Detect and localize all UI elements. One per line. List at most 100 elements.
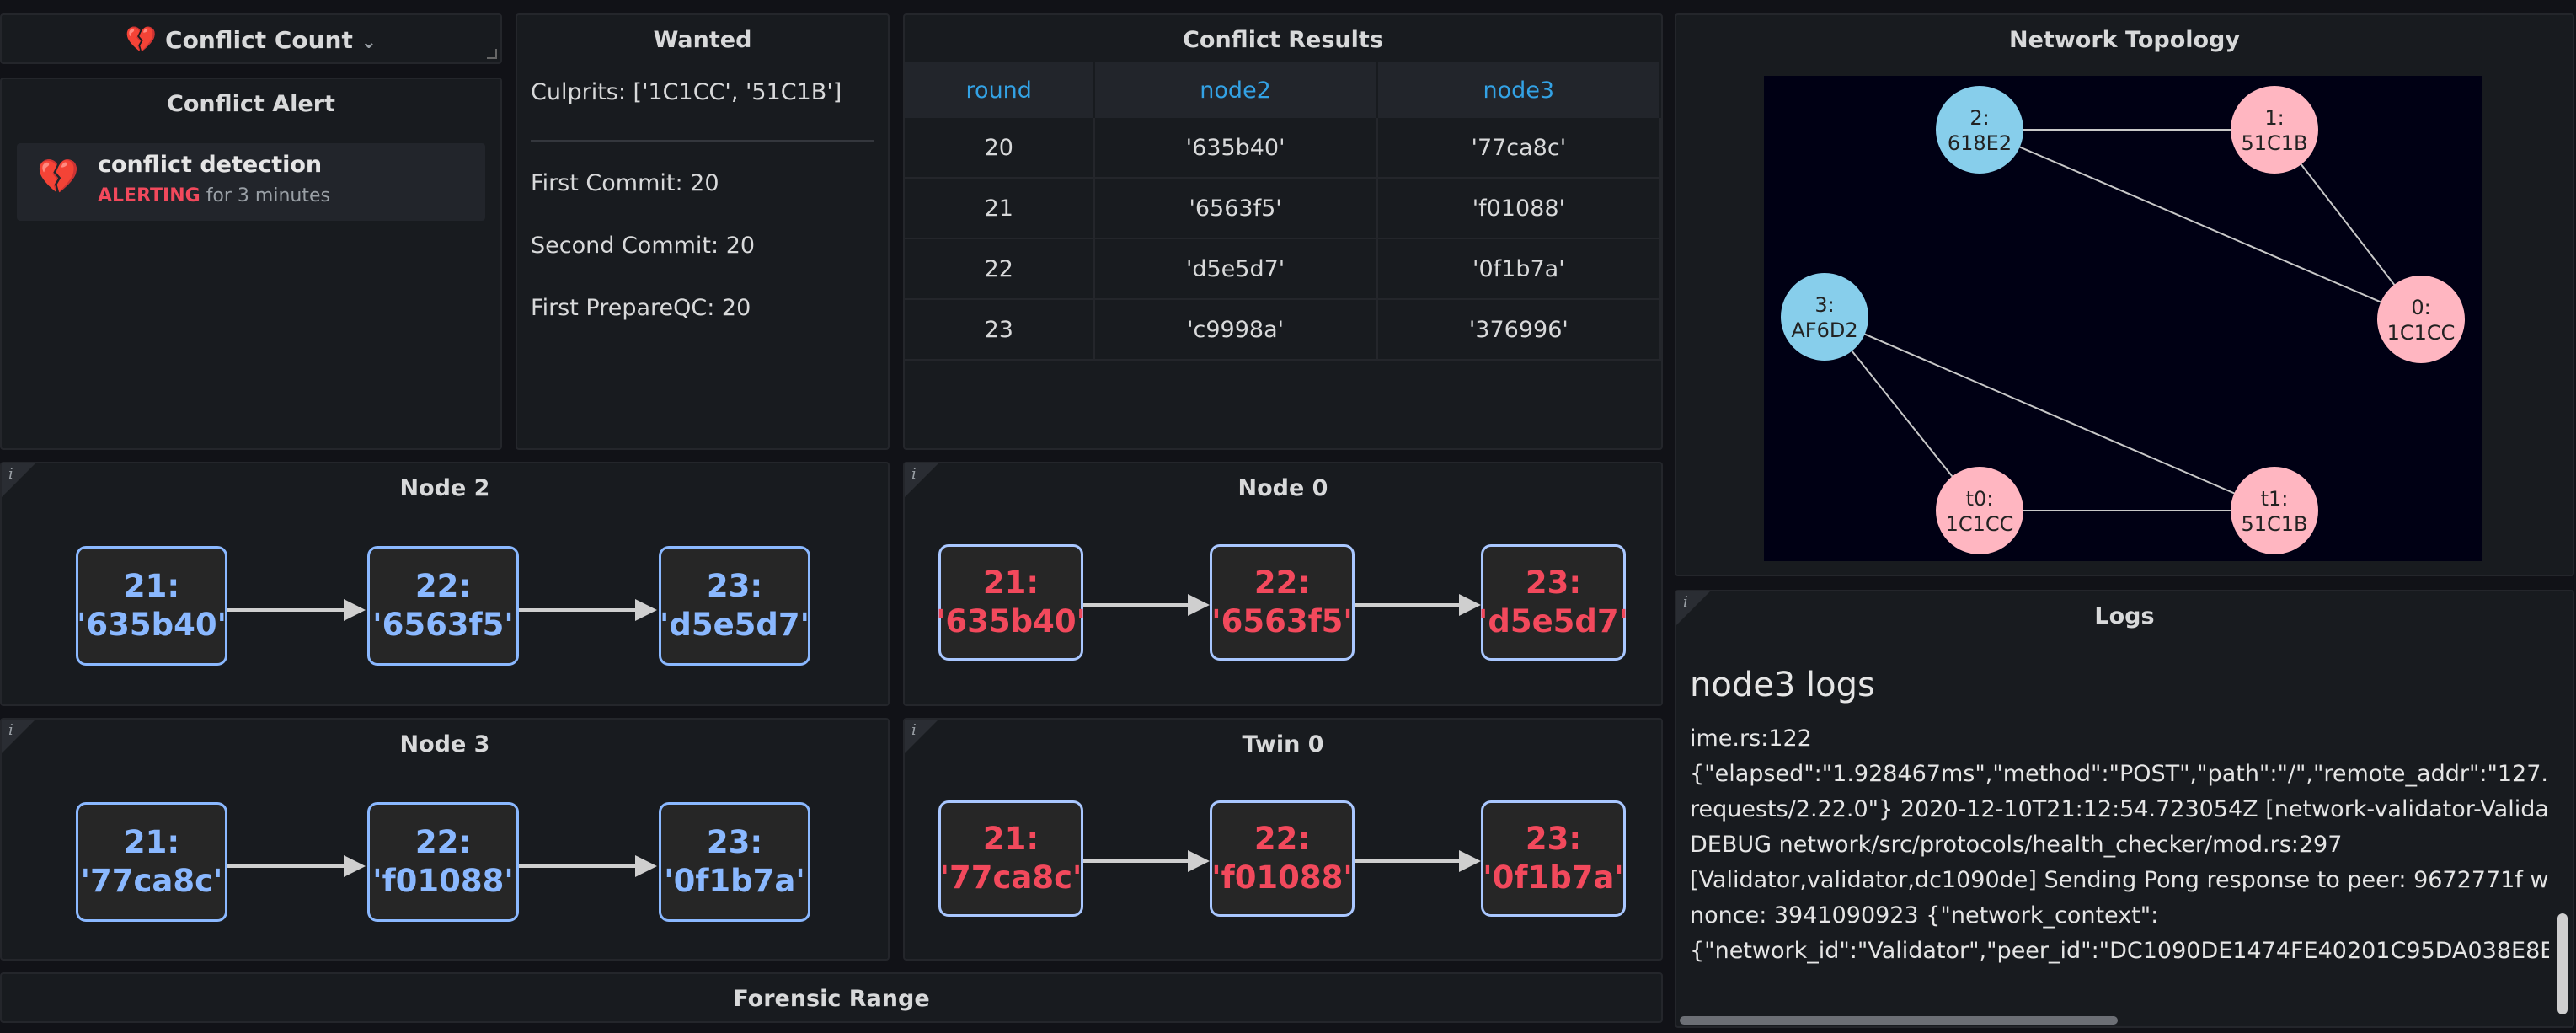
forensic-range-row[interactable]: Forensic Range (0, 972, 1663, 1023)
node-id: 1C1CC (2387, 321, 2456, 345)
arrow-link (519, 599, 657, 621)
panel-title: Twin 0 (1242, 731, 1324, 757)
arrow-link (1083, 850, 1210, 872)
row-title: Forensic Range (733, 986, 930, 1012)
table-cell: 'd5e5d7' (1093, 238, 1378, 300)
node-id: AF6D2 (1791, 318, 1857, 342)
dashboard-row-header[interactable]: 💔 Conflict Count ⌄ (0, 13, 502, 64)
logs-heading: node3 logs (1690, 666, 1875, 704)
table-cell: 20 (905, 118, 1095, 179)
node-label: 3: (1814, 293, 1834, 317)
log-line: {"elapsed":"1.928467ms","method":"POST",… (1690, 761, 2549, 787)
panel-title: Node 3 (399, 731, 490, 757)
first-commit-text: First Commit: 20 (531, 170, 719, 196)
graph-node-0[interactable]: 0: 1C1CC (2377, 276, 2465, 363)
conflict-results-panel: Conflict Results round node2 node3 20'63… (903, 13, 1663, 450)
row-title: Conflict Count (165, 26, 353, 54)
block-node[interactable]: 22:'f01088' (367, 802, 519, 922)
node-id: 618E2 (1948, 131, 2012, 155)
table-row: 20'635b40' '77ca8c' (905, 118, 1662, 179)
alert-rule-name[interactable]: conflict detection (98, 152, 322, 178)
graph-node-2[interactable]: 2: 618E2 (1936, 86, 2023, 174)
node-id: 1C1CC (1946, 512, 2014, 536)
arrow-link (227, 599, 366, 621)
node-label: t1: (2261, 487, 2289, 511)
node-2-chain-panel: i Node 2 21: '635b40' 22: '6563f5' 23:'d5e… (0, 462, 890, 706)
alert-state: ALERTING (98, 185, 200, 206)
chevron-down-icon[interactable]: ⌄ (361, 32, 377, 53)
table-cell: '77ca8c' (1376, 118, 1662, 179)
alert-duration: for 3 minutes (206, 185, 330, 206)
node-id: 51C1B (2241, 512, 2307, 536)
first-prepareqc-text: First PrepareQC: 20 (531, 295, 751, 321)
block-node[interactable]: 21: '77ca8c' (76, 802, 227, 922)
block-node[interactable]: 22: '6563f5' (367, 546, 519, 666)
topology-graph: 2: 618E2 1: 51C1B 0: 1C1CC 3: AF6D2 t0: … (1764, 76, 2482, 561)
graph-node-1[interactable]: 1: 51C1B (2231, 86, 2318, 174)
block-node[interactable]: 23:'d5e5d7' (659, 546, 810, 666)
block-node[interactable]: 21: '635b40' (76, 546, 227, 666)
node-0-chain-panel: i Node 0 21: '635b40' 22: '6563f5' 23:'d5e… (903, 462, 1663, 706)
culprits-text: Culprits: ['1C1CC', '51C1B'] (531, 79, 842, 105)
table-cell: '635b40' (1093, 118, 1378, 179)
network-topology-panel: Network Topology 2: 618E2 1: 51C1B 0: 1C… (1675, 13, 2574, 576)
block-node[interactable]: 22:'f01088' (1210, 800, 1355, 917)
panel-title: Network Topology (2009, 27, 2240, 53)
resize-handle[interactable] (487, 49, 497, 59)
column-header-node2[interactable]: node2 (1093, 62, 1378, 118)
divider (531, 140, 874, 142)
table-cell: 'c9998a' (1093, 299, 1378, 361)
panel-title: Logs (2094, 603, 2155, 629)
node-label: 2: (1969, 106, 1989, 130)
table-cell: 22 (905, 238, 1095, 300)
column-header-round[interactable]: round (905, 62, 1095, 118)
log-line: requests/2.22.0"} 2020-12-10T21:12:54.72… (1690, 796, 2549, 822)
alert-item[interactable]: 💔 conflict detection ALERTING for 3 minu… (17, 143, 485, 221)
block-node[interactable]: 23: '0f1b7a' (659, 802, 810, 922)
table-cell: '376996' (1376, 299, 1662, 361)
arrow-link (1355, 594, 1481, 616)
block-node[interactable]: 23:'d5e5d7' (1478, 544, 1628, 661)
block-node[interactable]: 22: '6563f5' (1210, 544, 1355, 661)
node-3-chain-panel: i Node 3 21: '77ca8c' 22:'f01088' 23: '0f1… (0, 718, 890, 961)
log-line: [Validator,validator,dc1090de] Sending P… (1690, 867, 2549, 893)
node-label: 0: (2411, 296, 2430, 319)
vertical-scrollbar[interactable] (2557, 913, 2568, 1014)
horizontal-scrollbar[interactable] (1680, 1016, 2118, 1025)
broken-heart-icon: 💔 (125, 25, 158, 55)
log-line: ime.rs:122 (1690, 725, 1812, 752)
node-id: 51C1B (2241, 131, 2307, 155)
broken-heart-icon: 💔 (37, 158, 79, 196)
arrow-link (519, 855, 657, 877)
wanted-panel: Wanted Culprits: ['1C1CC', '51C1B'] Firs… (516, 13, 890, 450)
node-label: t0: (1966, 487, 1994, 511)
graph-node-t1[interactable]: t1: 51C1B (2231, 467, 2318, 554)
table-cell: 21 (905, 178, 1095, 239)
panel-title: Conflict Results (1183, 27, 1383, 53)
panel-title: Node 0 (1237, 475, 1328, 501)
table-cell: 23 (905, 299, 1095, 361)
graph-node-t0[interactable]: t0: 1C1CC (1936, 467, 2023, 554)
table-row: 21'6563f5''f01088' (905, 178, 1662, 239)
column-header-node3[interactable]: node3 (1376, 62, 1662, 118)
log-line: nonce: 3941090923 {"network_context": (1690, 902, 2159, 929)
arrow-link (1083, 594, 1210, 616)
table-cell: 'f01088' (1376, 178, 1662, 239)
graph-node-3[interactable]: 3: AF6D2 (1781, 273, 1868, 361)
conflict-alert-panel: Conflict Alert 💔 conflict detection ALER… (0, 78, 502, 450)
block-node[interactable]: 21: '77ca8c' (938, 800, 1083, 917)
second-commit-text: Second Commit: 20 (531, 233, 756, 259)
logs-panel: i Logs node3 logs ime.rs:122 {"elapsed":… (1675, 590, 2574, 1028)
panel-title: Conflict Alert (167, 91, 335, 117)
panel-title: Node 2 (399, 475, 490, 501)
block-node[interactable]: 21: '635b40' (936, 544, 1086, 661)
table-cell: '6563f5' (1093, 178, 1378, 239)
results-table: round node2 node3 20'635b40' '77ca8c' 21 '… (905, 62, 1662, 361)
arrow-link (227, 855, 366, 877)
block-node[interactable]: 23: '0f1b7a' (1481, 800, 1626, 917)
table-row: 23'c9998a' '376996' (905, 299, 1662, 361)
log-line: {"network_id":"Validator","peer_id":"DC1… (1690, 938, 2549, 964)
twin-0-chain-panel: i Twin 0 21: '77ca8c' 22:'f01088' 23: '0f1… (903, 718, 1663, 961)
log-line: DEBUG network/src/protocols/health_check… (1690, 832, 2343, 858)
arrow-link (1355, 850, 1481, 872)
